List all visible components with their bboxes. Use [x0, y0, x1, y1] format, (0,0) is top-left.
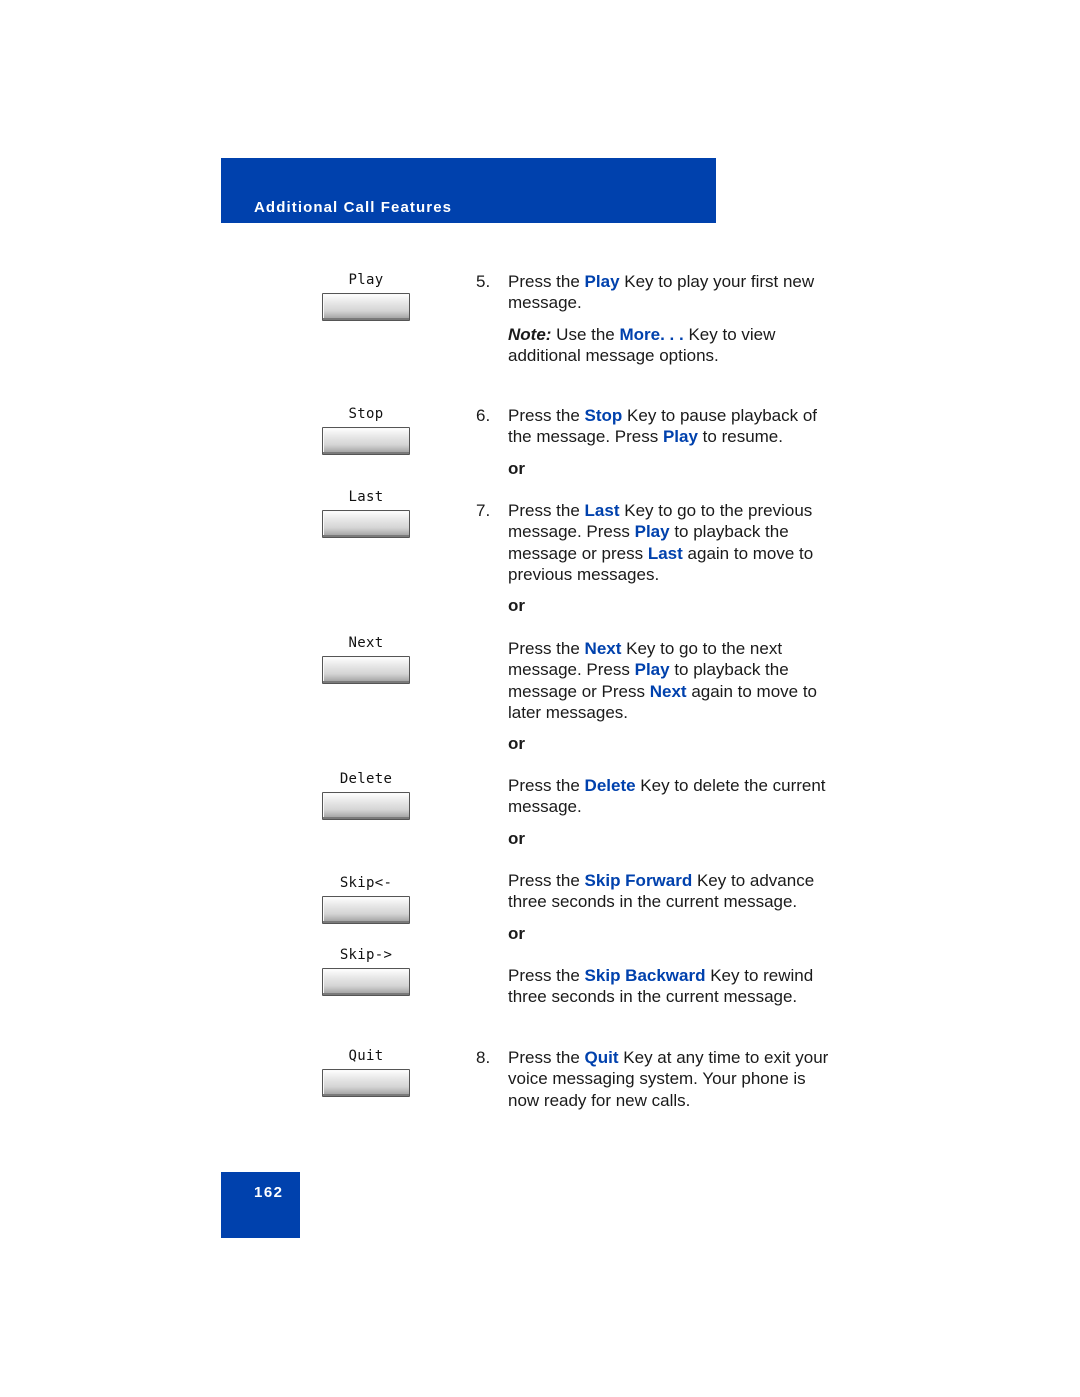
softkey-button-last[interactable]	[322, 510, 410, 538]
keyword-play: Play	[634, 522, 670, 542]
softkey-button-delete[interactable]	[322, 792, 410, 820]
softkey-delete: Delete	[322, 770, 410, 820]
section-title: Additional Call Features	[254, 199, 453, 216]
or-separator: or	[508, 596, 525, 615]
softkey-last: Last	[322, 488, 410, 538]
softkey-label: Skip->	[339, 947, 393, 963]
text: Press the	[508, 871, 585, 890]
step-7-text: Press the Last Key to go to the previous…	[508, 500, 838, 585]
keyword-skip-backward: Skip Backward	[584, 966, 706, 985]
softkey-button-quit[interactable]	[322, 1069, 410, 1097]
next-step-text: Press the Next Key to go to the next mes…	[508, 638, 838, 723]
note-label: Note:	[508, 325, 552, 344]
step-8-text: Press the Quit Key at any time to exit y…	[508, 1047, 838, 1111]
softkey-label: Quit	[348, 1048, 384, 1064]
keyword-play: Play	[584, 272, 620, 291]
softkey-skip-back: Skip<-	[322, 874, 410, 924]
softkey-label: Next	[348, 635, 384, 651]
keyword-next: Next	[649, 681, 687, 701]
text: Press the	[508, 1048, 585, 1067]
section-header-band: Additional Call Features	[221, 158, 716, 223]
step-number: 8.	[476, 1048, 491, 1067]
skip-backward-step-text: Press the Skip Backward Key to rewind th…	[508, 965, 838, 1008]
text: Press the	[508, 501, 585, 520]
softkey-label: Delete	[339, 771, 393, 787]
or-separator: or	[508, 924, 525, 943]
softkey-play: Play	[322, 271, 410, 321]
keyword-stop: Stop	[584, 406, 623, 425]
text: to resume.	[697, 427, 783, 447]
or-separator: or	[508, 459, 525, 478]
softkey-label: Play	[348, 272, 384, 288]
softkey-next: Next	[322, 634, 410, 684]
keyword-last: Last	[647, 543, 683, 563]
step-number: 5.	[476, 272, 491, 291]
page-number: 162	[254, 1184, 284, 1201]
softkey-button-play[interactable]	[322, 293, 410, 321]
keyword-quit: Quit	[584, 1048, 619, 1067]
softkey-stop: Stop	[322, 405, 410, 455]
text: Press the	[508, 272, 585, 291]
step-number: 6.	[476, 406, 491, 425]
text: Press the	[508, 406, 585, 425]
text: Press the	[508, 776, 585, 795]
keyword-play: Play	[634, 660, 670, 680]
text: Use the	[551, 325, 620, 344]
skip-forward-step-text: Press the Skip Forward Key to advance th…	[508, 870, 838, 913]
keyword-skip-forward: Skip Forward	[584, 871, 693, 890]
softkey-label: Last	[348, 489, 384, 505]
softkey-button-next[interactable]	[322, 656, 410, 684]
softkey-button-skip-back[interactable]	[322, 896, 410, 924]
step-number: 7.	[476, 501, 491, 520]
softkey-skip-forward: Skip->	[322, 946, 410, 996]
step-6-text: Press the Stop Key to pause playback of …	[508, 405, 838, 448]
softkey-button-skip-forward[interactable]	[322, 968, 410, 996]
softkey-label: Skip<-	[339, 875, 393, 891]
softkey-label: Stop	[348, 406, 384, 422]
softkey-quit: Quit	[322, 1047, 410, 1097]
keyword-play: Play	[662, 427, 698, 447]
keyword-last: Last	[584, 501, 620, 520]
step-5-text: Press the Play Key to play your first ne…	[508, 271, 838, 314]
keyword-more: More. . .	[619, 325, 684, 344]
text: Press the	[508, 639, 585, 658]
keyword-next: Next	[584, 639, 622, 658]
text: Press the	[508, 966, 585, 985]
delete-step-text: Press the Delete Key to delete the curre…	[508, 775, 838, 818]
keyword-delete: Delete	[584, 776, 636, 795]
page-number-box: 162	[221, 1172, 300, 1238]
or-separator: or	[508, 734, 525, 753]
softkey-button-stop[interactable]	[322, 427, 410, 455]
note-text: Note: Use the More. . . Key to view addi…	[508, 324, 838, 367]
or-separator: or	[508, 829, 525, 848]
